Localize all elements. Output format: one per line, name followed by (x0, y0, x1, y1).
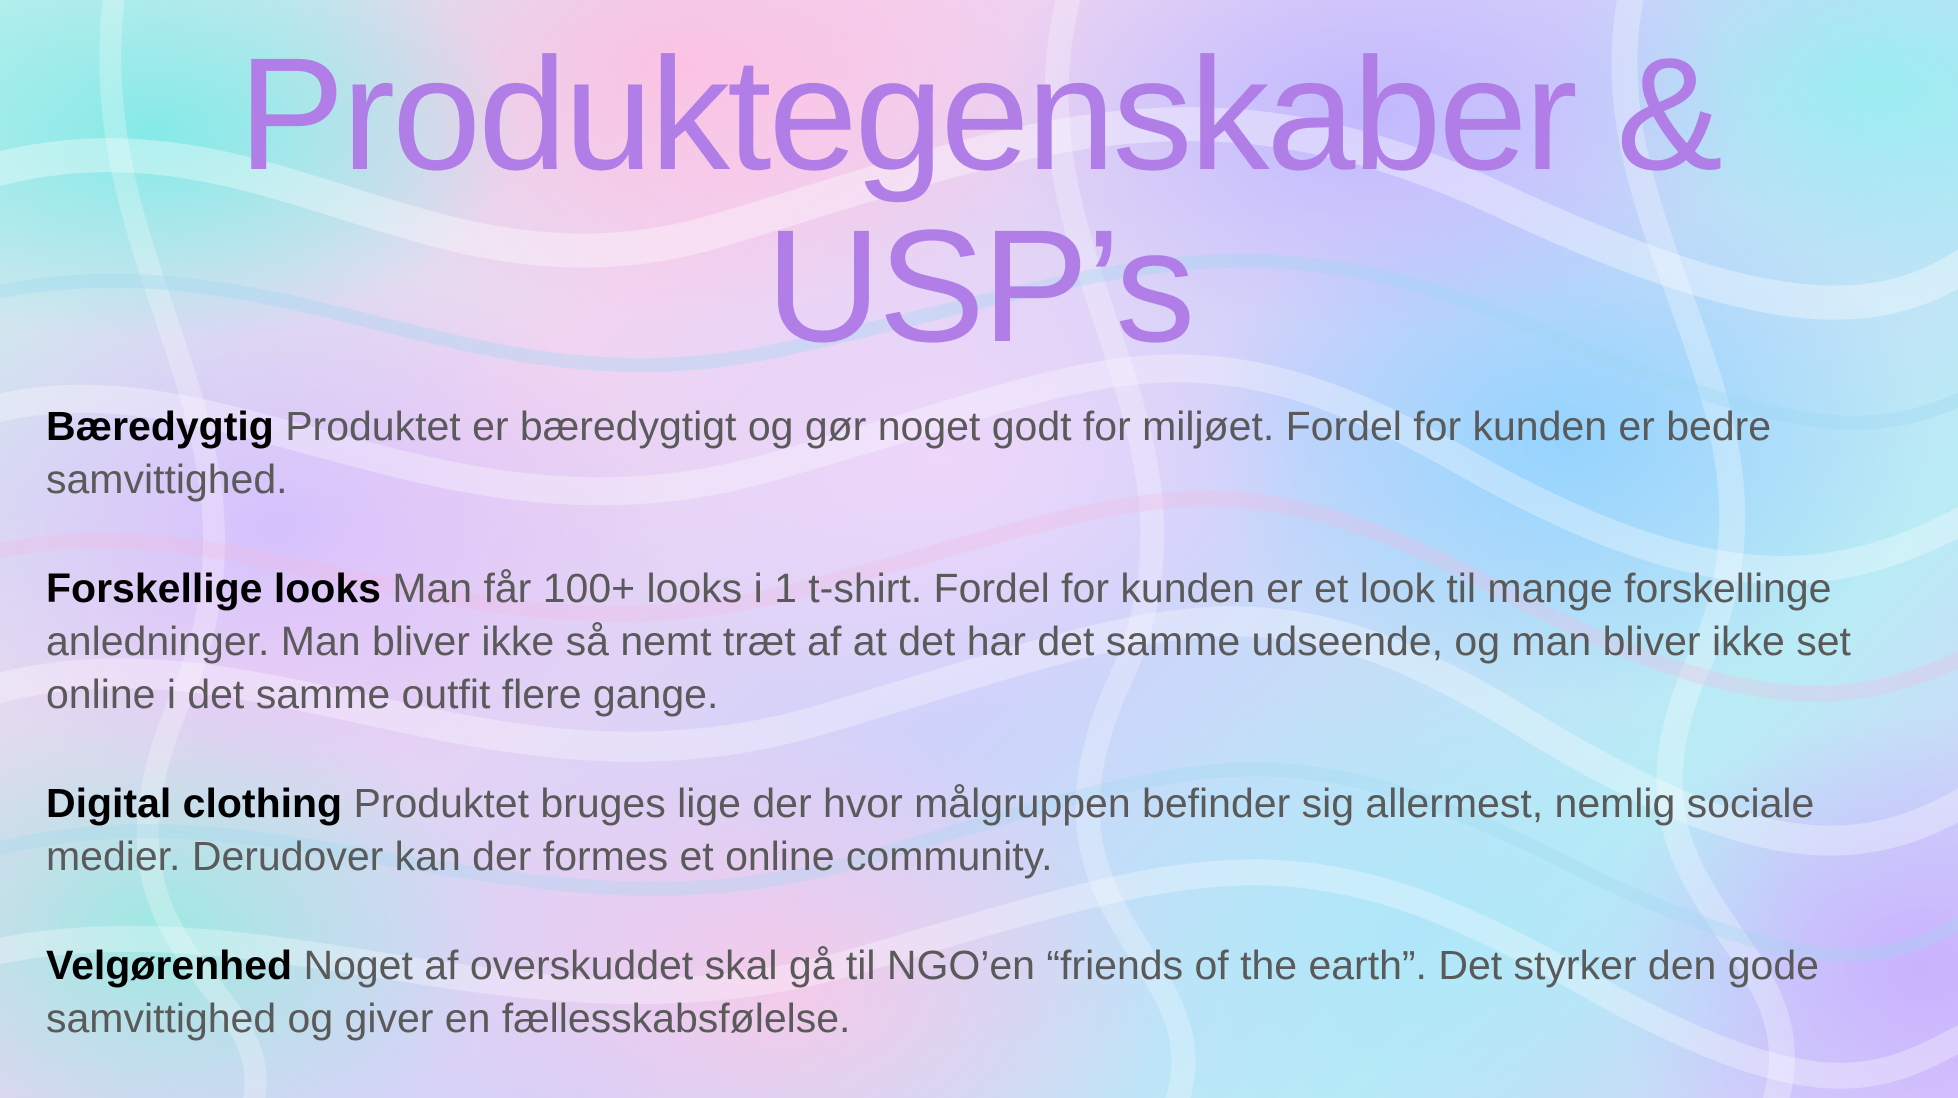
usp-item-digital-clothing: Digital clothing Produktet bruges lige d… (46, 777, 1926, 883)
usp-text: Noget af overskuddet skal gå til NGO’en … (46, 942, 1819, 1041)
usp-item-velgoerenhed: Velgørenhed Noget af overskuddet skal gå… (46, 939, 1926, 1045)
slide: Produktegenskaber & USP’s Bæredygtig Pro… (0, 0, 1958, 1098)
usp-item-baeredygtig: Bæredygtig Produktet er bæredygtigt og g… (46, 400, 1926, 506)
usp-item-forskellige-looks: Forskellige looks Man får 100+ looks i 1… (46, 562, 1926, 721)
usp-heading: Velgørenhed (46, 942, 293, 988)
slide-title-line-1: Produktegenskaber & (238, 24, 1723, 203)
usp-heading: Forskellige looks (46, 565, 381, 611)
usp-text: Produktet er bæredygtigt og gør noget go… (46, 403, 1772, 502)
slide-title-line-2: USP’s (765, 196, 1196, 375)
usp-list: Bæredygtig Produktet er bæredygtigt og g… (46, 400, 1926, 1098)
usp-heading: Bæredygtig (46, 403, 274, 449)
slide-title: Produktegenskaber & USP’s (0, 28, 1958, 372)
usp-heading: Digital clothing (46, 780, 343, 826)
